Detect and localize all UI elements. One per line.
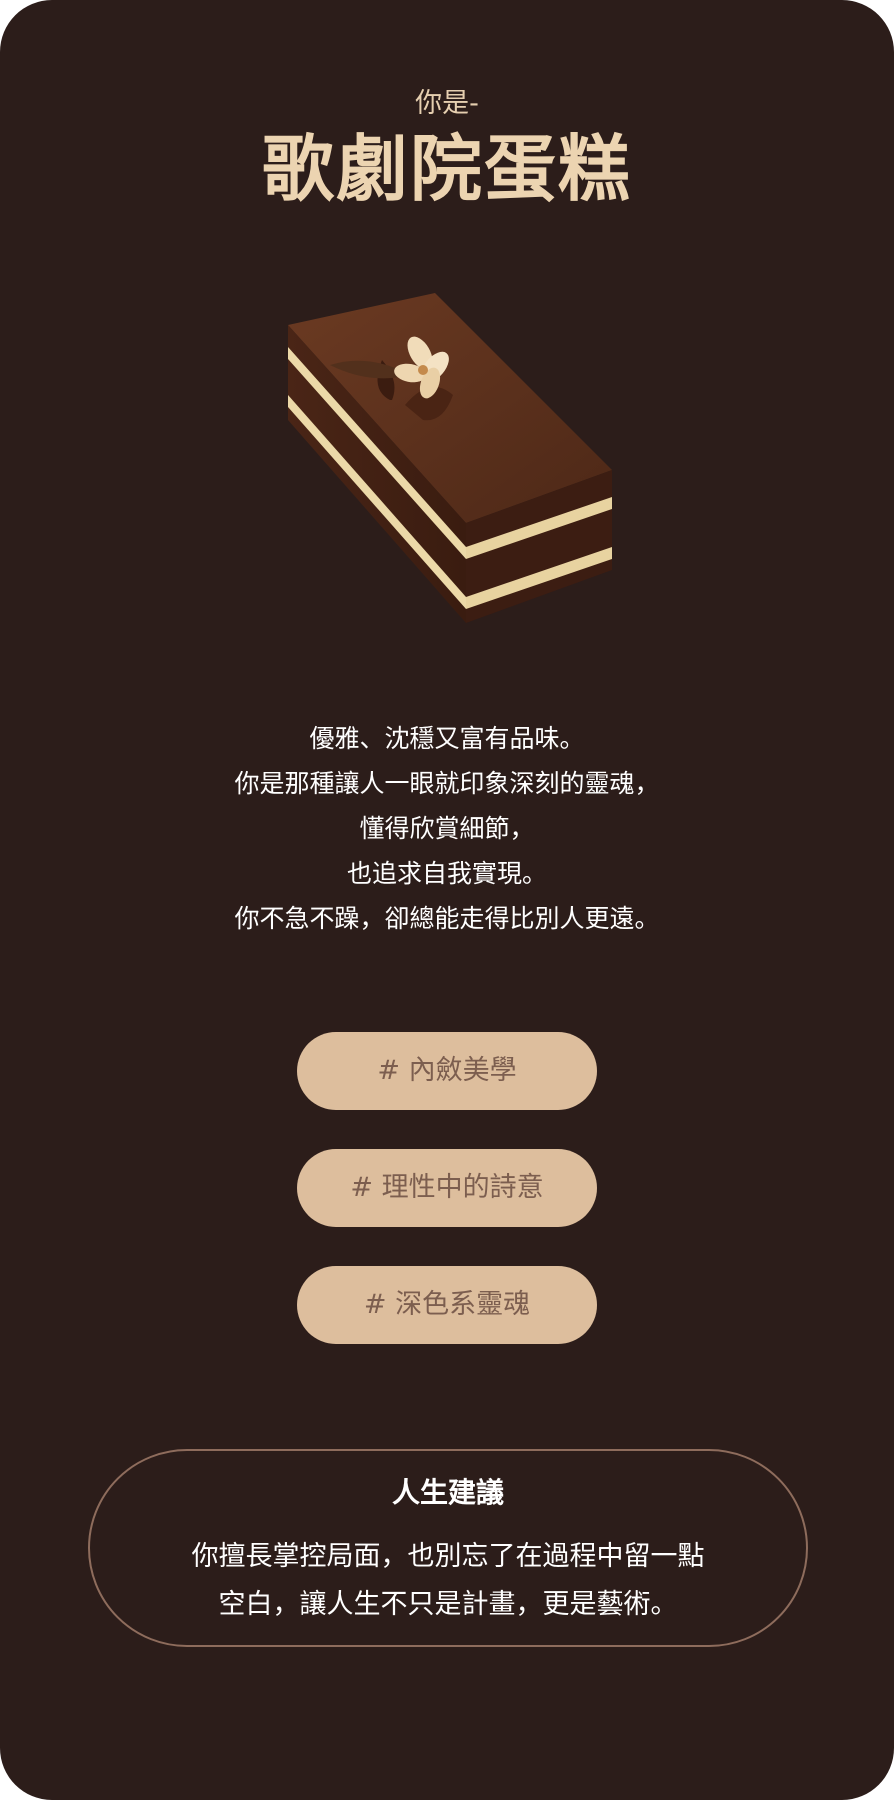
result-title: 歌劇院蛋糕 bbox=[261, 127, 632, 211]
result-card: 你是- 歌劇院蛋糕 優雅、沈穩又富有品味。 你是那種讓人一眼就印象深刻的靈魂， … bbox=[0, 0, 894, 1800]
advice-body: 你擅長掌控局面，也別忘了在過程中留一點 空白，讓人生不只是計畫，更是藝術。 bbox=[90, 1533, 806, 1629]
description-line: 你不急不躁，卻總能走得比別人更遠。 bbox=[234, 904, 660, 933]
description-line: 也追求自我實現。 bbox=[346, 859, 547, 888]
description-line: 懂得欣賞細節， bbox=[359, 814, 535, 843]
tag-pill: # 內斂美學 bbox=[297, 1032, 597, 1110]
life-advice-box: 人生建議 你擅長掌控局面，也別忘了在過程中留一點 空白，讓人生不只是計畫，更是藝… bbox=[88, 1449, 808, 1647]
tag-pill: # 深色系靈魂 bbox=[297, 1266, 597, 1344]
advice-line: 空白，讓人生不只是計畫，更是藝術。 bbox=[218, 1589, 678, 1620]
opera-cake-illustration bbox=[288, 293, 612, 623]
advice-line: 你擅長掌控局面，也別忘了在過程中留一點 bbox=[191, 1541, 705, 1572]
tag-pill: # 理性中的詩意 bbox=[297, 1149, 597, 1227]
description: 優雅、沈穩又富有品味。 你是那種讓人一眼就印象深刻的靈魂， 懂得欣賞細節， 也追… bbox=[0, 716, 894, 941]
description-line: 優雅、沈穩又富有品味。 bbox=[309, 724, 585, 753]
advice-title: 人生建議 bbox=[391, 1476, 504, 1509]
description-line: 你是那種讓人一眼就印象深刻的靈魂， bbox=[234, 769, 660, 798]
result-subtitle: 你是- bbox=[415, 88, 479, 119]
